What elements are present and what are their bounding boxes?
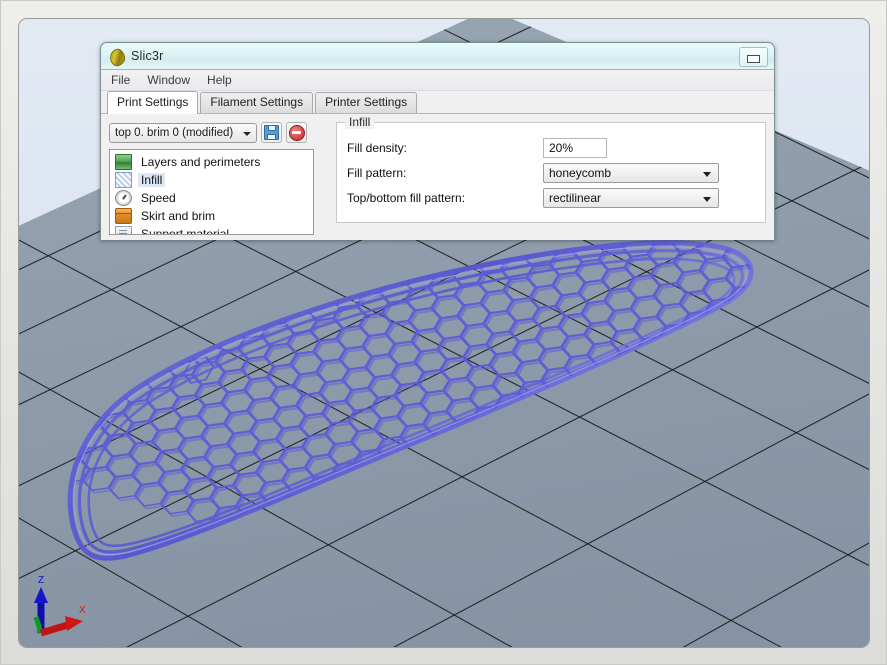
window-title: Slic3r — [131, 49, 164, 63]
axis-label-z: Z — [38, 575, 44, 586]
settings-category-list[interactable]: Layers and perimeters Infill Speed Skirt… — [109, 149, 314, 235]
nav-label: Speed — [141, 191, 176, 205]
field-row-fill-pattern: Fill pattern: honeycomb — [347, 160, 765, 185]
preset-row: top 0. brim 0 (modified) — [109, 122, 322, 143]
tab-filament-settings[interactable]: Filament Settings — [200, 92, 314, 113]
preset-dropdown[interactable]: top 0. brim 0 (modified) — [109, 122, 257, 143]
floppy-save-icon — [264, 125, 279, 140]
screen-root: Z X Slic3r File Window Help Print Settin… — [0, 0, 887, 665]
window-titlebar[interactable]: Slic3r — [101, 43, 774, 70]
top-bottom-fill-pattern-select[interactable]: rectilinear — [543, 187, 719, 208]
preset-value: top 0. brim 0 (modified) — [115, 126, 234, 139]
menu-item-help[interactable]: Help — [207, 73, 232, 87]
nav-item-infill[interactable]: Infill — [113, 171, 313, 189]
support-material-icon — [115, 226, 132, 234]
chevron-down-icon — [243, 131, 251, 136]
field-row-fill-density: Fill density: 20% — [347, 135, 765, 160]
settings-left-column: top 0. brim 0 (modified) Layers and peri… — [109, 122, 322, 240]
fill-pattern-select[interactable]: honeycomb — [543, 162, 719, 183]
infill-hatch-icon — [115, 172, 132, 188]
layers-icon — [115, 154, 132, 170]
top-bottom-fill-pattern-value: rectilinear — [549, 190, 602, 205]
minimize-button[interactable] — [739, 47, 768, 67]
delete-preset-icon — [288, 124, 305, 141]
field-row-top-bottom-fill-pattern: Top/bottom fill pattern: rectilinear — [347, 185, 765, 210]
delete-preset-button[interactable] — [286, 122, 307, 143]
speed-clock-icon — [115, 190, 132, 206]
host-window-frame: Z X Slic3r File Window Help Print Settin… — [0, 0, 887, 665]
chevron-down-icon — [703, 196, 711, 202]
minimize-icon — [747, 55, 760, 63]
nav-label: Skirt and brim — [141, 209, 216, 223]
nav-item-support-material[interactable]: Support material — [113, 225, 313, 235]
settings-right-column: Infill Fill density: 20% Fill pattern: h… — [336, 115, 766, 240]
menu-item-file[interactable]: File — [111, 73, 130, 87]
top-bottom-fill-pattern-label: Top/bottom fill pattern: — [347, 190, 466, 205]
slic3r-logo-icon — [107, 46, 128, 68]
nav-label: Support material — [141, 227, 230, 235]
fill-density-label: Fill density: — [347, 140, 408, 155]
nav-item-speed[interactable]: Speed — [113, 189, 313, 207]
menu-item-window[interactable]: Window — [147, 73, 190, 87]
menu-bar[interactable]: File Window Help — [101, 70, 774, 91]
axis-indicator: Z X — [33, 575, 86, 637]
chevron-down-icon — [703, 171, 711, 177]
settings-body: top 0. brim 0 (modified) Layers and peri… — [101, 114, 774, 240]
nav-item-skirt-and-brim[interactable]: Skirt and brim — [113, 207, 313, 225]
fill-pattern-label: Fill pattern: — [347, 165, 407, 180]
nav-label: Infill — [138, 173, 166, 187]
nav-item-layers-and-perimeters[interactable]: Layers and perimeters — [113, 153, 313, 171]
tab-printer-settings[interactable]: Printer Settings — [315, 92, 418, 113]
tab-print-settings[interactable]: Print Settings — [107, 91, 199, 114]
skirt-box-icon — [115, 208, 132, 224]
nav-label: Layers and perimeters — [141, 155, 261, 169]
infill-group: Infill Fill density: 20% Fill pattern: h… — [336, 115, 766, 223]
tab-strip[interactable]: Print Settings Filament Settings Printer… — [101, 91, 774, 114]
fill-pattern-value: honeycomb — [549, 165, 612, 180]
fill-density-input[interactable]: 20% — [543, 137, 607, 158]
save-preset-button[interactable] — [261, 122, 282, 143]
slic3r-window[interactable]: Slic3r File Window Help Print Settings F… — [100, 42, 775, 240]
axis-label-x: X — [79, 605, 86, 616]
infill-group-legend: Infill — [345, 115, 375, 129]
